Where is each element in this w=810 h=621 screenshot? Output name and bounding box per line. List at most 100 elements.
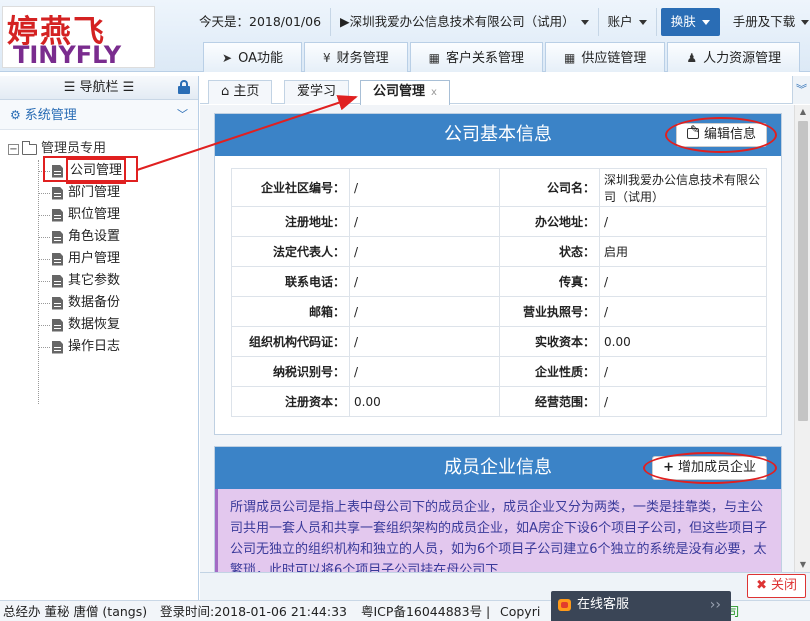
sidebar-header: ☰ 导航栏 ☰ bbox=[0, 76, 198, 100]
document-icon bbox=[52, 318, 63, 332]
field-label: 实收资本： bbox=[499, 326, 600, 357]
collapse-icon[interactable]: − bbox=[8, 143, 19, 155]
sidebar-item-label: 操作日志 bbox=[68, 339, 121, 354]
sidebar-item-label: 数据恢复 bbox=[68, 317, 121, 332]
tree-root-admin[interactable]: − 管理员专用 bbox=[0, 138, 198, 160]
grid-icon: ▦ bbox=[563, 51, 576, 65]
field-value: / bbox=[599, 356, 767, 387]
document-icon bbox=[52, 186, 63, 200]
date-display: 今天是：2018/01/06 bbox=[190, 8, 332, 36]
document-icon bbox=[52, 274, 63, 288]
tab-supply-chain[interactable]: ▦ 供应链管理 bbox=[544, 42, 666, 72]
content-tabs: ⌂ 主页 爱学习 公司管理 x ︾ bbox=[200, 76, 810, 105]
tab-label: 客户关系管理 bbox=[445, 51, 524, 66]
skin-button-label: 换肤 bbox=[670, 14, 696, 29]
field-label: 纳税识别号： bbox=[231, 356, 350, 387]
tab-label: 供应链管理 bbox=[581, 51, 647, 66]
skin-button[interactable]: 换肤 bbox=[660, 8, 720, 36]
sidebar-item-other-params[interactable]: 其它参数 bbox=[0, 270, 198, 292]
field-label: 办公地址： bbox=[499, 206, 600, 237]
sidebar-item-department[interactable]: 部门管理 bbox=[0, 182, 198, 204]
chevron-down-icon bbox=[580, 20, 589, 25]
field-label: 企业社区编号： bbox=[231, 168, 350, 207]
scroll-down-icon[interactable]: ▼ bbox=[795, 558, 810, 572]
field-value: / bbox=[599, 386, 767, 417]
field-label: 注册地址： bbox=[231, 206, 350, 237]
current-user: 总经办 董秘 唐僧 (tangs) bbox=[3, 604, 148, 619]
vertical-scrollbar[interactable]: ▲ ▼ bbox=[794, 105, 810, 572]
chevron-double-down-icon[interactable]: ︾ bbox=[792, 76, 810, 104]
tab-label: 公司管理 bbox=[373, 84, 426, 99]
edit-info-button[interactable]: 编辑信息 bbox=[675, 123, 767, 147]
scrollbar-thumb[interactable] bbox=[798, 121, 808, 421]
field-label: 经营范围： bbox=[499, 386, 600, 417]
field-label: 状态： bbox=[499, 236, 600, 267]
field-value: 0.00 bbox=[349, 386, 500, 417]
field-label: 营业执照号： bbox=[499, 296, 600, 327]
expand-icon[interactable]: ›› bbox=[710, 591, 721, 619]
tree-root-label: 管理员专用 bbox=[41, 141, 107, 156]
content-scroll-area[interactable]: 公司基本信息 编辑信息 企业社区编号： / 公司名： 深圳我爱办公信息技术有限公… bbox=[200, 105, 810, 572]
field-value: 深圳我爱办公信息技术有限公司（试用） bbox=[599, 168, 767, 207]
field-label: 传真： bbox=[499, 266, 600, 297]
company-selector[interactable]: ▶深圳我爱办公信息技术有限公司（试用） bbox=[331, 8, 599, 36]
field-label: 注册资本： bbox=[231, 386, 350, 417]
tab-learn[interactable]: 爱学习 bbox=[284, 80, 350, 104]
sidebar-item-backup[interactable]: 数据备份 bbox=[0, 292, 198, 314]
tab-crm[interactable]: ▦ 客户关系管理 bbox=[409, 42, 543, 72]
close-tab-icon[interactable]: x bbox=[431, 87, 437, 98]
tab-company-management[interactable]: 公司管理 x bbox=[360, 80, 450, 105]
sidebar-item-label: 角色设置 bbox=[68, 229, 121, 244]
top-bar: 今天是：2018/01/06 ▶深圳我爱办公信息技术有限公司（试用） 账户 换肤… bbox=[190, 8, 810, 36]
online-support-widget[interactable]: 在线客服 ›› bbox=[551, 591, 731, 621]
add-member-enterprise-button[interactable]: + 增加成员企业 bbox=[652, 456, 767, 480]
sidebar-item-position[interactable]: 职位管理 bbox=[0, 204, 198, 226]
close-button[interactable]: ✖ 关闭 bbox=[747, 574, 806, 598]
document-icon bbox=[52, 340, 63, 354]
field-value: / bbox=[349, 236, 500, 267]
manual-download-label: 手册及下载 bbox=[732, 14, 796, 29]
field-value: 启用 bbox=[599, 236, 767, 267]
sidebar-item-logs[interactable]: 操作日志 bbox=[0, 336, 198, 358]
icp-record[interactable]: 粤ICP备16044883号 | bbox=[361, 601, 490, 621]
account-menu[interactable]: 账户 bbox=[599, 8, 657, 36]
field-value: / bbox=[599, 296, 767, 327]
sidebar-item-company[interactable]: 公司管理 bbox=[0, 158, 198, 184]
field-label: 企业性质： bbox=[499, 356, 600, 387]
tab-oa[interactable]: ➤ OA功能 bbox=[203, 42, 302, 72]
field-label: 法定代表人： bbox=[231, 236, 350, 267]
company-info-panel: 公司基本信息 编辑信息 企业社区编号： / 公司名： 深圳我爱办公信息技术有限公… bbox=[214, 113, 782, 435]
logo[interactable]: 婷燕飞 TINYFLY bbox=[2, 6, 155, 69]
lock-icon[interactable] bbox=[178, 80, 190, 94]
panel-title: 公司基本信息 bbox=[444, 124, 552, 145]
sidebar-item-restore[interactable]: 数据恢复 bbox=[0, 314, 198, 336]
manual-download-menu[interactable]: 手册及下载 bbox=[724, 8, 810, 36]
sidebar-section-system[interactable]: ⚙ 系统管理 ﹀ bbox=[0, 100, 198, 130]
tab-label: 人力资源管理 bbox=[703, 51, 782, 66]
copyright-text: Copyri bbox=[500, 604, 541, 619]
field-value: 0.00 bbox=[599, 326, 767, 357]
field-value: / bbox=[599, 206, 767, 237]
home-icon: ⌂ bbox=[221, 84, 234, 99]
table-row: 注册资本： 0.00 经营范围： / bbox=[231, 386, 767, 417]
sidebar-item-users[interactable]: 用户管理 bbox=[0, 248, 198, 270]
table-row: 纳税识别号： / 企业性质： / bbox=[231, 356, 767, 387]
document-icon bbox=[52, 230, 63, 244]
button-label: 编辑信息 bbox=[703, 127, 756, 142]
field-label: 邮箱： bbox=[231, 296, 350, 327]
member-enterprise-header: 成员企业信息 + 增加成员企业 bbox=[215, 447, 781, 489]
field-value: / bbox=[349, 326, 500, 357]
paper-plane-icon: ➤ bbox=[222, 51, 233, 65]
sidebar-item-roles[interactable]: 角色设置 bbox=[0, 226, 198, 248]
button-label: 增加成员企业 bbox=[677, 460, 756, 475]
tab-finance[interactable]: ¥ 财务管理 bbox=[303, 42, 408, 72]
close-icon: ✖ bbox=[756, 578, 767, 593]
user-icon: ♟ bbox=[686, 51, 698, 65]
chevron-down-icon bbox=[701, 20, 710, 25]
document-icon bbox=[52, 296, 63, 310]
member-enterprise-description: 所谓成员公司是指上表中母公司下的成员企业，成员企业又分为两类，一类是挂靠类，与主… bbox=[215, 489, 781, 572]
tab-home[interactable]: ⌂ 主页 bbox=[208, 80, 273, 104]
tab-hr[interactable]: ♟ 人力资源管理 bbox=[667, 42, 801, 72]
scroll-up-icon[interactable]: ▲ bbox=[795, 105, 810, 119]
field-value: / bbox=[349, 266, 500, 297]
